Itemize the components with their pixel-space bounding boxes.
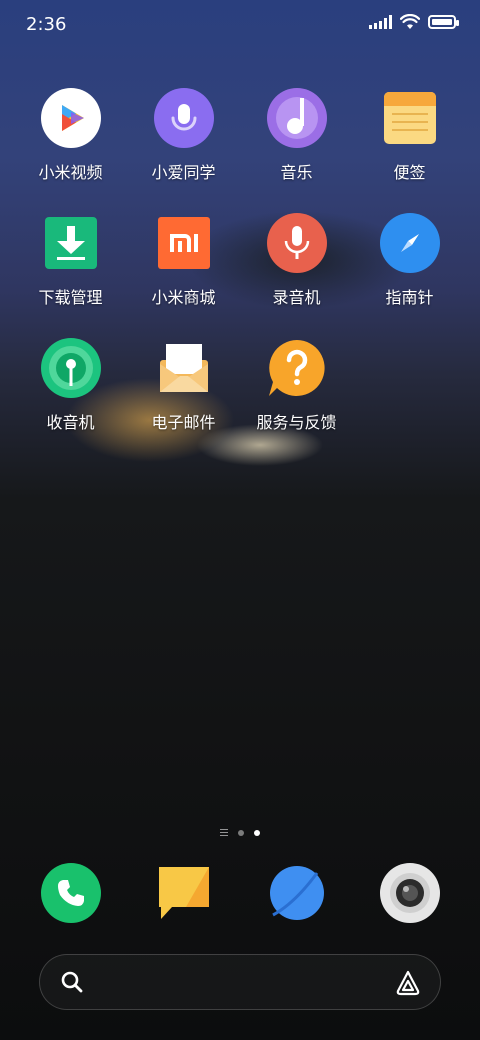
app-grid: 小米视频 小爱同学 音乐 便签 下载管理 小米商城 录音机 指南针 收音机 电子… [14,88,466,433]
search-bar[interactable] [39,954,441,1010]
battery-icon [428,15,459,29]
camera-lens-icon [379,863,440,923]
app-label: 小米商城 [151,288,216,307]
status-icons [369,14,459,30]
page-dot [238,829,244,836]
microphone-icon [266,213,327,273]
app-notes[interactable]: 便签 [353,88,466,183]
browser-planet-icon [267,863,327,923]
dock-camera[interactable] [353,863,466,923]
wifi-icon [400,14,420,29]
question-bubble-icon [267,338,327,398]
page-dot-current [254,829,260,836]
app-music[interactable]: 音乐 [240,88,353,183]
xiaoai-logo-icon[interactable] [394,969,422,997]
cell-signal-icon [369,15,392,29]
phone-handset-icon [40,863,101,923]
app-label: 下载管理 [38,288,103,307]
dock-messages[interactable] [127,863,240,923]
dock-phone[interactable] [14,863,127,923]
app-recorder[interactable]: 录音机 [240,213,353,308]
home-screen: 2:36 小米视频 小爱同学 音乐 便签 下载管理 小米商城 录音机 指南针 收… [0,0,480,1040]
xiaoai-mic-icon [153,88,214,148]
app-label: 便签 [393,163,426,182]
app-mi-store[interactable]: 小米商城 [127,213,240,308]
app-downloads[interactable]: 下载管理 [14,213,127,308]
dock [14,863,466,923]
music-note-icon [266,88,327,148]
app-label: 服务与反馈 [256,413,337,432]
app-label: 收音机 [46,413,95,432]
play-triangle-icon [40,88,101,148]
status-time: 2:36 [26,14,67,35]
dock-browser[interactable] [240,863,353,923]
app-radio[interactable]: 收音机 [14,338,127,433]
app-label: 电子邮件 [151,413,216,432]
radio-icon [40,338,101,398]
message-bubble-icon [154,863,214,923]
app-label: 小米视频 [38,163,103,182]
app-xiaoai[interactable]: 小爱同学 [127,88,240,183]
app-label: 指南针 [385,288,434,307]
app-email[interactable]: 电子邮件 [127,338,240,433]
envelope-icon [154,338,214,398]
app-label: 音乐 [280,163,313,182]
notepad-icon [380,88,440,148]
download-arrow-icon [41,213,101,273]
app-compass[interactable]: 指南针 [353,213,466,308]
page-list-icon [220,829,228,836]
app-feedback[interactable]: 服务与反馈 [240,338,353,433]
mi-logo-icon [154,213,214,273]
status-bar: 2:36 [0,0,480,50]
app-mi-video[interactable]: 小米视频 [14,88,127,183]
app-label: 小爱同学 [151,163,216,182]
compass-needle-icon [379,213,440,273]
app-label: 录音机 [272,288,321,307]
page-indicator[interactable] [0,829,480,836]
search-icon [61,971,83,993]
